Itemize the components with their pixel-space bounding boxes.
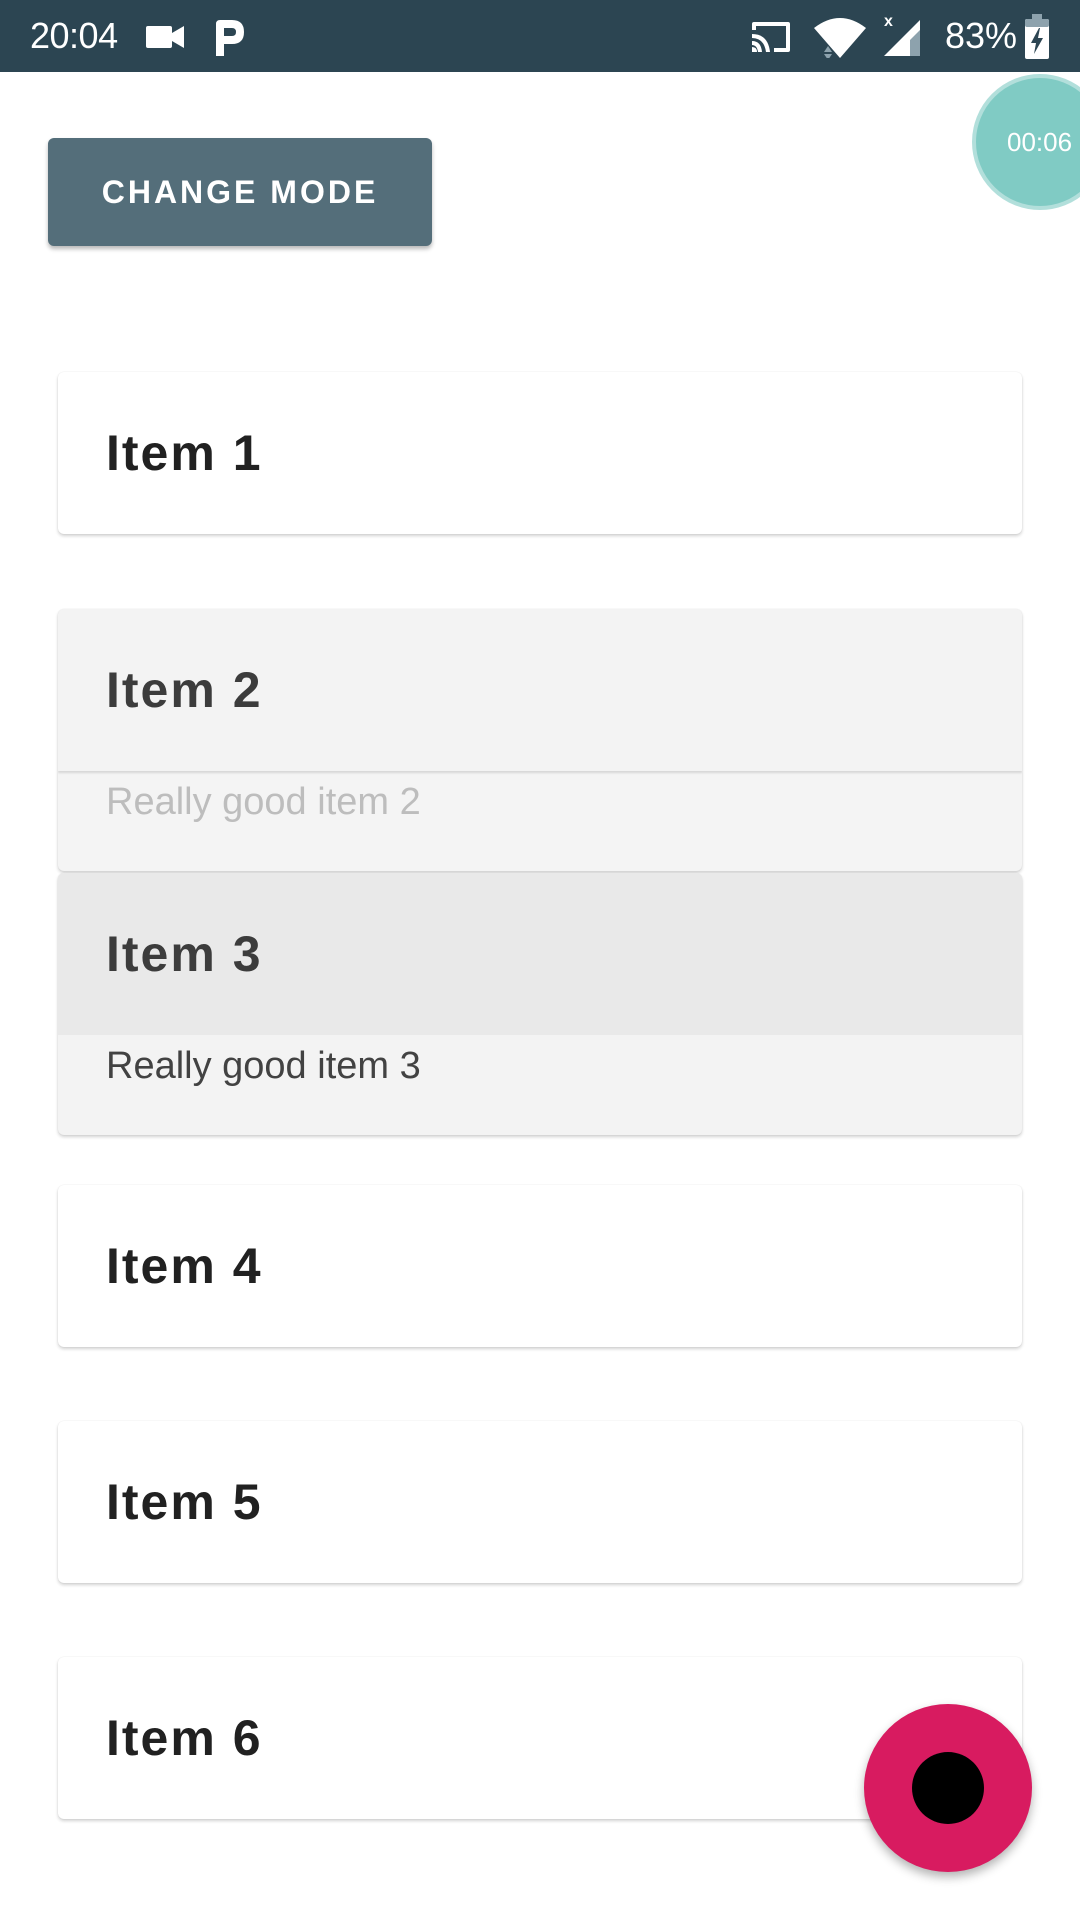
floating-action-button[interactable] bbox=[864, 1704, 1032, 1872]
recording-timer-bubble[interactable]: 00:06 bbox=[972, 74, 1080, 210]
item-title: Item 2 bbox=[106, 662, 263, 718]
item-header[interactable]: Item 2 bbox=[58, 609, 1022, 771]
item-header[interactable]: Item 5 bbox=[58, 1421, 1022, 1583]
list-item[interactable]: Item 1 bbox=[58, 372, 1022, 534]
change-mode-button[interactable]: CHANGE MODE bbox=[48, 138, 432, 246]
p-app-icon bbox=[216, 20, 244, 56]
item-subtitle: Really good item 3 bbox=[106, 1045, 421, 1087]
video-camera-icon bbox=[146, 26, 184, 48]
status-time: 20:04 bbox=[30, 15, 118, 56]
list-item[interactable]: Item 3 Really good item 3 bbox=[58, 873, 1022, 1135]
item-subtitle: Really good item 2 bbox=[106, 781, 421, 823]
item-header[interactable]: Item 1 bbox=[58, 372, 1022, 534]
item-header[interactable]: Item 4 bbox=[58, 1185, 1022, 1347]
list-item[interactable]: Item 4 bbox=[58, 1185, 1022, 1347]
battery-charging-icon bbox=[1025, 14, 1049, 59]
cellular-signal-icon: x bbox=[884, 13, 920, 56]
circle-icon bbox=[912, 1752, 984, 1824]
recording-timer-time: 00:06 bbox=[1007, 127, 1073, 157]
item-title: Item 1 bbox=[106, 425, 263, 481]
item-title: Item 6 bbox=[106, 1710, 263, 1766]
item-header[interactable]: Item 3 bbox=[58, 873, 1022, 1035]
item-title: Item 4 bbox=[106, 1238, 263, 1294]
list-item[interactable]: Item 2 Really good item 2 bbox=[58, 609, 1022, 871]
svg-text:x: x bbox=[884, 13, 893, 30]
wifi-icon bbox=[814, 18, 866, 58]
list-item[interactable]: Item 5 bbox=[58, 1421, 1022, 1583]
item-title: Item 3 bbox=[106, 926, 263, 982]
item-title: Item 5 bbox=[106, 1474, 263, 1530]
cast-icon bbox=[752, 22, 790, 52]
battery-percent: 83% bbox=[945, 15, 1018, 56]
status-bar: 20:04 x 83% bbox=[0, 0, 1080, 72]
